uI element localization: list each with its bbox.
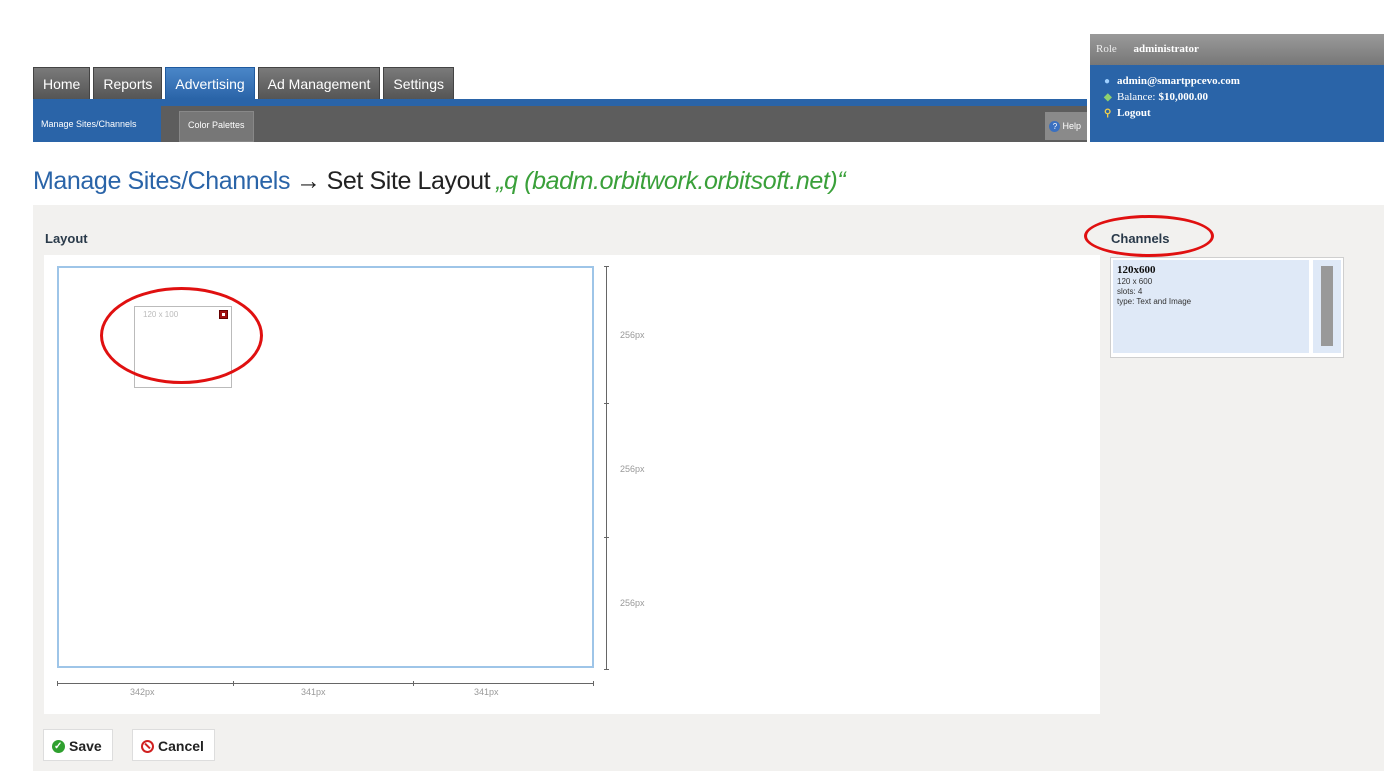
- sub-nav: Manage Sites/Channels Color Palettes ? He…: [33, 106, 1087, 142]
- ruler-tick: [593, 681, 594, 686]
- ruler-tick: [57, 681, 58, 686]
- ruler-label-h1: 342px: [130, 687, 155, 697]
- user-email: admin@smartppcevo.com: [1117, 75, 1240, 87]
- layout-area: 120 x 100 256px 256px 256px 342px 341px …: [44, 255, 1100, 714]
- nav-divider: [33, 99, 1087, 106]
- ruler-label-v1: 256px: [620, 330, 645, 340]
- cancel-icon: [141, 740, 154, 753]
- ruler-tick: [413, 681, 414, 686]
- cancel-label: Cancel: [158, 738, 204, 754]
- role-label: Role: [1096, 43, 1117, 55]
- ruler-label-v2: 256px: [620, 464, 645, 474]
- user-email-row: ● admin@smartppcevo.com: [1104, 73, 1384, 89]
- channel-slots: slots: 4: [1117, 287, 1143, 296]
- breadcrumb-arrow: →: [296, 167, 321, 195]
- scrollbar-thumb[interactable]: [1321, 266, 1333, 346]
- save-button[interactable]: Save: [43, 729, 113, 763]
- channel-size: 120 x 600: [1117, 277, 1153, 286]
- channels-heading: Channels: [1111, 231, 1170, 246]
- subtab-manage-sites[interactable]: Manage Sites/Channels: [33, 106, 161, 142]
- ruler-label-h3: 341px: [474, 687, 499, 697]
- channels-scrollbar[interactable]: [1313, 260, 1341, 353]
- tab-home[interactable]: Home: [33, 67, 91, 100]
- vertical-ruler: [604, 266, 609, 670]
- ruler-label-v3: 256px: [620, 598, 645, 608]
- tab-ad-management[interactable]: Ad Management: [257, 67, 381, 100]
- layout-canvas[interactable]: 120 x 100: [57, 266, 594, 668]
- role-value: administrator: [1133, 43, 1199, 55]
- subtab-color-palettes[interactable]: Color Palettes: [179, 111, 254, 142]
- help-icon: ?: [1049, 121, 1061, 132]
- user-icon: ●: [1104, 76, 1111, 87]
- balance-value: $10,000.00: [1158, 91, 1208, 103]
- tab-reports[interactable]: Reports: [93, 67, 163, 100]
- logout-label: Logout: [1117, 107, 1151, 119]
- ruler-tick: [233, 681, 234, 686]
- check-icon: [52, 731, 65, 763]
- help-button[interactable]: ? Help: [1045, 112, 1087, 140]
- page-title: Manage Sites/Channels → Set Site Layout „q …: [33, 167, 846, 196]
- role-bar: Role administrator: [1090, 34, 1384, 65]
- user-info: ● admin@smartppcevo.com ◆ Balance: $10,000.…: [1090, 65, 1384, 142]
- tab-settings[interactable]: Settings: [383, 67, 454, 100]
- layout-heading: Layout: [45, 231, 88, 246]
- channel-item[interactable]: 120x600 120 x 600 slots: 4 type: Text an…: [1113, 260, 1309, 353]
- ruler-label-h2: 341px: [301, 687, 326, 697]
- breadcrumb-link[interactable]: Manage Sites/Channels: [33, 167, 290, 195]
- tab-advertising[interactable]: Advertising: [165, 67, 255, 100]
- main-nav: Home Reports Advertising Ad Management S…: [33, 67, 454, 100]
- save-label: Save: [69, 738, 102, 754]
- channels-list: 120x600 120 x 600 slots: 4 type: Text an…: [1110, 257, 1344, 358]
- ruler-tick: [604, 537, 609, 538]
- help-label: Help: [1062, 121, 1081, 131]
- ad-slot-size: 120 x 100: [143, 310, 179, 319]
- balance-row: ◆ Balance: $10,000.00: [1104, 89, 1384, 105]
- remove-slot-icon[interactable]: [219, 310, 228, 319]
- channel-name: 120x600: [1117, 264, 1156, 276]
- logout-link[interactable]: ⚲ Logout: [1104, 105, 1384, 121]
- ruler-tick: [604, 266, 609, 267]
- layout-editor: Layout Channels 120 x 100 256px 256px 25…: [33, 205, 1384, 771]
- ruler-tick: [604, 669, 609, 670]
- cancel-button[interactable]: Cancel: [132, 729, 215, 761]
- ad-slot[interactable]: 120 x 100: [134, 306, 232, 388]
- page-title-text: Set Site Layout: [326, 167, 491, 195]
- user-panel: Role administrator ● admin@smartppcevo.co…: [1090, 34, 1384, 142]
- channel-type: type: Text and Image: [1117, 297, 1192, 306]
- horizontal-ruler: [57, 681, 594, 686]
- ruler-tick: [604, 403, 609, 404]
- site-name: „q (badm.orbitwork.orbitsoft.net)“: [496, 167, 846, 195]
- key-icon: ⚲: [1104, 108, 1112, 119]
- money-icon: ◆: [1104, 92, 1112, 103]
- balance-label: Balance:: [1117, 91, 1156, 103]
